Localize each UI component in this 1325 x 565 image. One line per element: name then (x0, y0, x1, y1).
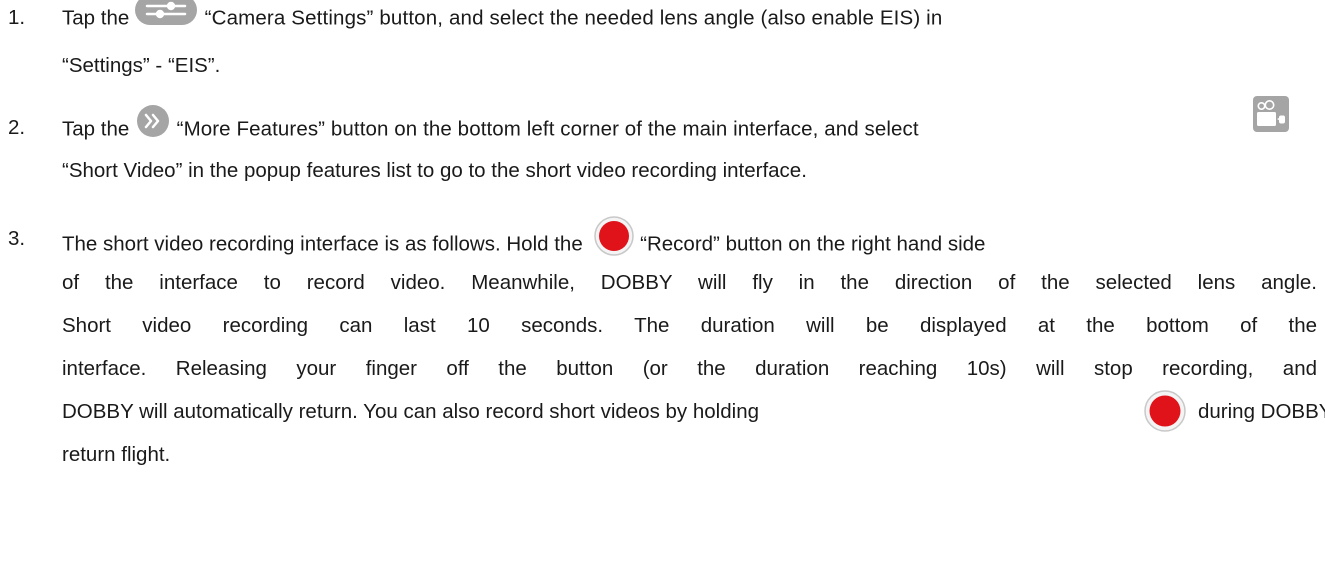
short-video-camera-icon (1253, 96, 1289, 146)
step-3-text-c: of the interface to record video. Meanwh… (62, 271, 1317, 294)
step-3-text-b: “Record” button on the right hand side (640, 232, 986, 256)
step-2-text-a: Tap the (62, 117, 130, 141)
step-3-text-d: Short video recording can last 10 second… (62, 314, 1317, 337)
step-3-text-a: The short video recording interface is a… (62, 232, 583, 256)
step-2-text-c: “Short Video” in the popup features list… (62, 159, 807, 182)
more-features-double-chevron-icon (136, 105, 169, 151)
camera-settings-sliders-icon (134, 0, 197, 39)
step-1-number: 1. (8, 6, 26, 29)
record-button-icon (1144, 390, 1186, 446)
step-1-text-b: “Camera Settings” button, and select the… (204, 6, 943, 30)
step-3-text-e: interface. Releasing your finger off the… (62, 357, 1317, 380)
step-3-text-f: DOBBY will automatically return. You can… (62, 400, 759, 423)
step-2-text-b: “More Features” button on the bottom lef… (176, 117, 919, 141)
step-3-text-h: return flight. (62, 443, 171, 466)
step-3-number: 3. (8, 227, 26, 250)
step-1-text-a: Tap the (62, 6, 130, 30)
step-3-text-g: during DOBBY’s (1198, 400, 1325, 423)
step-2-number: 2. (8, 116, 26, 139)
step-1-text-c: “Settings” - “EIS”. (62, 54, 221, 77)
